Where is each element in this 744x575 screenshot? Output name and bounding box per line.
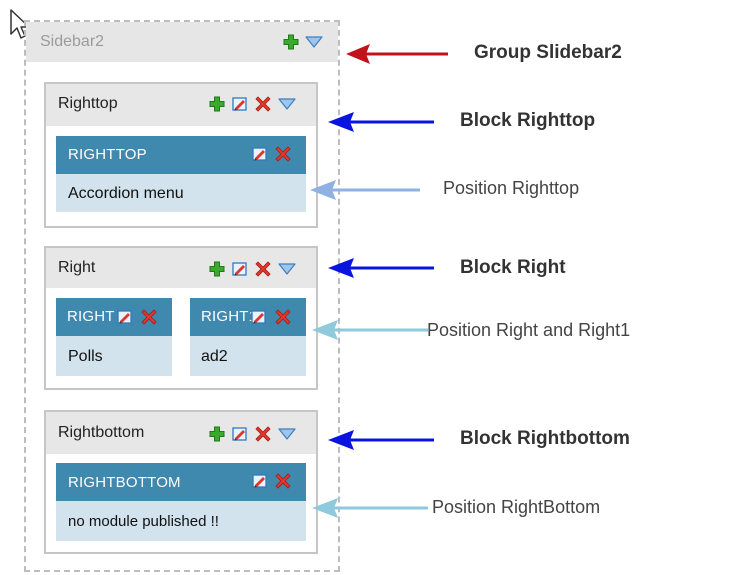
annotation-block-righttop: Block Righttop: [460, 110, 596, 131]
arrow-block-righttop: [328, 112, 434, 132]
collapse-icon[interactable]: [278, 98, 296, 110]
edit-icon[interactable]: [232, 96, 248, 112]
delete-icon[interactable]: [255, 426, 271, 442]
arrow-block-rightbottom: [328, 430, 434, 450]
annotation-position-righttop: Position Righttop: [443, 178, 580, 198]
add-icon[interactable]: [209, 96, 225, 112]
block-title: Righttop: [58, 95, 118, 112]
module-name[interactable]: ad2: [201, 348, 228, 366]
collapse-icon[interactable]: [278, 263, 296, 275]
edit-icon[interactable]: [251, 309, 267, 325]
collapse-icon[interactable]: [278, 428, 296, 440]
edit-icon[interactable]: [252, 146, 268, 162]
group-title: Sidebar2: [40, 33, 105, 50]
add-icon[interactable]: [209, 261, 225, 277]
add-icon[interactable]: [209, 426, 225, 442]
position-title: RIGHT1: [201, 308, 258, 325]
arrow-block-right: [328, 258, 434, 278]
add-icon[interactable]: [283, 34, 299, 50]
annotation-position-right: Position Right and Right1: [427, 320, 631, 340]
annotation-block-right: Block Right: [460, 257, 566, 278]
delete-icon[interactable]: [275, 473, 291, 489]
delete-icon[interactable]: [255, 261, 271, 277]
collapse-icon[interactable]: [305, 36, 323, 48]
position-title: RIGHTTOP: [68, 146, 147, 163]
annotation-position-rightbottom: Position RightBottom: [432, 497, 601, 517]
delete-icon[interactable]: [255, 96, 271, 112]
module-name: no module published !!: [68, 513, 219, 530]
position-title: RIGHTBOTTOM: [68, 474, 181, 491]
edit-icon[interactable]: [232, 426, 248, 442]
module-name[interactable]: Accordion menu: [68, 185, 184, 203]
edit-icon[interactable]: [232, 261, 248, 277]
annotation-group: Group Slidebar2: [474, 42, 622, 63]
edit-icon[interactable]: [117, 309, 133, 325]
annotation-block-rightbottom: Block Rightbottom: [460, 428, 630, 449]
arrow-group: [346, 44, 448, 64]
block-title: Right: [58, 259, 96, 276]
position-title: RIGHT: [67, 308, 115, 325]
module-name[interactable]: Polls: [68, 348, 103, 366]
delete-icon[interactable]: [275, 309, 291, 325]
delete-icon[interactable]: [141, 309, 157, 325]
delete-icon[interactable]: [275, 146, 291, 162]
edit-icon[interactable]: [252, 473, 268, 489]
block-title: Rightbottom: [58, 424, 145, 441]
